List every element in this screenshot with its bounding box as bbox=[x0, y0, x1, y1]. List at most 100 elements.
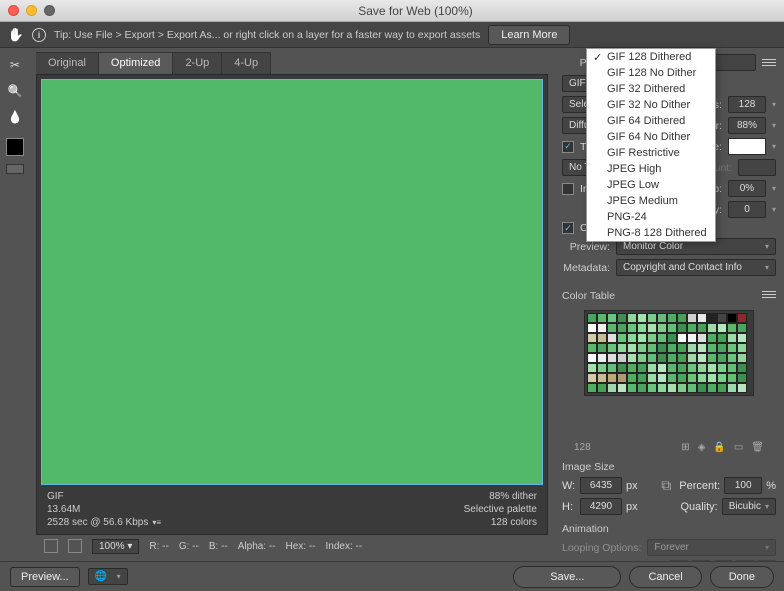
color-swatch-cell[interactable] bbox=[587, 383, 597, 393]
color-swatch-cell[interactable] bbox=[727, 353, 737, 363]
color-swatch-cell[interactable] bbox=[677, 313, 687, 323]
color-swatch-cell[interactable] bbox=[657, 353, 667, 363]
convert-srgb-checkbox[interactable] bbox=[562, 222, 574, 234]
preset-option[interactable]: GIF 64 No Dither bbox=[587, 129, 715, 145]
slice-visibility-toggle[interactable] bbox=[6, 164, 24, 174]
preset-flyout-icon[interactable] bbox=[762, 59, 776, 66]
save-button[interactable]: Save... bbox=[513, 566, 621, 588]
color-swatch-cell[interactable] bbox=[597, 373, 607, 383]
canvas-preview[interactable] bbox=[41, 79, 543, 485]
color-swatch-cell[interactable] bbox=[727, 343, 737, 353]
color-swatch-cell[interactable] bbox=[607, 343, 617, 353]
color-swatch-cell[interactable] bbox=[587, 343, 597, 353]
color-swatch-cell[interactable] bbox=[657, 363, 667, 373]
color-swatch-cell[interactable] bbox=[667, 353, 677, 363]
color-swatch-cell[interactable] bbox=[677, 353, 687, 363]
color-swatch-cell[interactable] bbox=[737, 343, 747, 353]
color-swatch-cell[interactable] bbox=[617, 343, 627, 353]
percent-input[interactable]: 100 bbox=[724, 477, 762, 494]
color-swatch-cell[interactable] bbox=[727, 363, 737, 373]
color-swatch-cell[interactable] bbox=[627, 363, 637, 373]
color-swatch-cell[interactable] bbox=[707, 353, 717, 363]
color-swatch-cell[interactable] bbox=[597, 333, 607, 343]
color-swatch-cell[interactable] bbox=[627, 383, 637, 393]
color-swatch-cell[interactable] bbox=[727, 373, 737, 383]
slice-tool-icon[interactable] bbox=[4, 54, 26, 76]
color-swatch-cell[interactable] bbox=[737, 353, 747, 363]
color-swatch-cell[interactable] bbox=[707, 313, 717, 323]
tab-optimized[interactable]: Optimized bbox=[99, 52, 174, 74]
color-swatch-cell[interactable] bbox=[627, 353, 637, 363]
color-swatch-cell[interactable] bbox=[737, 383, 747, 393]
color-swatch-cell[interactable] bbox=[697, 313, 707, 323]
color-swatch-cell[interactable] bbox=[587, 333, 597, 343]
color-swatch-cell[interactable] bbox=[587, 313, 597, 323]
preset-option[interactable]: PNG-8 128 Dithered bbox=[587, 225, 715, 241]
eyedropper-tool-icon[interactable] bbox=[4, 106, 26, 128]
color-swatch-cell[interactable] bbox=[647, 323, 657, 333]
color-swatch-cell[interactable] bbox=[627, 343, 637, 353]
color-swatch-cell[interactable] bbox=[667, 343, 677, 353]
color-swatch-cell[interactable] bbox=[677, 333, 687, 343]
dither-input[interactable]: 88% bbox=[728, 117, 766, 134]
color-swatch-cell[interactable] bbox=[667, 383, 677, 393]
color-swatch-cell[interactable] bbox=[677, 373, 687, 383]
color-swatch-cell[interactable] bbox=[607, 363, 617, 373]
ct-new-icon[interactable]: ▭ bbox=[734, 442, 743, 453]
minimize-window-icon[interactable] bbox=[26, 5, 37, 16]
color-swatch-cell[interactable] bbox=[717, 313, 727, 323]
color-swatch-cell[interactable] bbox=[667, 313, 677, 323]
color-swatch-cell[interactable] bbox=[657, 373, 667, 383]
color-swatch-cell[interactable] bbox=[617, 363, 627, 373]
color-swatch-cell[interactable] bbox=[627, 373, 637, 383]
quality-select[interactable]: Bicubic bbox=[722, 498, 776, 515]
color-swatch-cell[interactable] bbox=[737, 313, 747, 323]
color-swatch-cell[interactable] bbox=[607, 313, 617, 323]
color-swatch-cell[interactable] bbox=[707, 333, 717, 343]
color-swatch-cell[interactable] bbox=[697, 353, 707, 363]
color-swatch-cell[interactable] bbox=[657, 313, 667, 323]
color-swatch-cell[interactable] bbox=[707, 343, 717, 353]
color-swatch-cell[interactable] bbox=[717, 373, 727, 383]
color-swatch-cell[interactable] bbox=[607, 353, 617, 363]
color-swatch-cell[interactable] bbox=[637, 373, 647, 383]
preset-option[interactable]: GIF 64 Dithered bbox=[587, 113, 715, 129]
color-swatch-cell[interactable] bbox=[597, 343, 607, 353]
color-swatch-cell[interactable] bbox=[647, 313, 657, 323]
color-swatch-cell[interactable] bbox=[677, 363, 687, 373]
preset-option[interactable]: JPEG Low bbox=[587, 177, 715, 193]
color-swatch-cell[interactable] bbox=[637, 333, 647, 343]
color-swatch-cell[interactable] bbox=[707, 323, 717, 333]
zoom-tool-icon[interactable] bbox=[4, 80, 26, 102]
color-swatch-cell[interactable] bbox=[667, 363, 677, 373]
color-swatch-cell[interactable] bbox=[587, 373, 597, 383]
color-swatch-cell[interactable] bbox=[697, 343, 707, 353]
color-swatch-cell[interactable] bbox=[617, 353, 627, 363]
dither-stepper-icon[interactable]: ▾ bbox=[772, 121, 776, 130]
color-swatch-cell[interactable] bbox=[657, 333, 667, 343]
color-swatch-cell[interactable] bbox=[737, 363, 747, 373]
color-table[interactable] bbox=[584, 310, 754, 396]
timing-menu-icon[interactable]: ▾≡ bbox=[152, 518, 161, 527]
websnap-stepper-icon[interactable]: ▾ bbox=[772, 184, 776, 193]
color-swatch-cell[interactable] bbox=[687, 313, 697, 323]
color-swatch-cell[interactable] bbox=[637, 343, 647, 353]
color-swatch-cell[interactable] bbox=[587, 323, 597, 333]
preset-option[interactable]: GIF 128 Dithered bbox=[587, 49, 715, 65]
color-swatch-cell[interactable] bbox=[637, 383, 647, 393]
color-swatch-cell[interactable] bbox=[607, 323, 617, 333]
color-swatch-cell[interactable] bbox=[667, 323, 677, 333]
color-swatch-cell[interactable] bbox=[607, 383, 617, 393]
matte-dropdown-icon[interactable]: ▾ bbox=[772, 142, 776, 151]
preset-option[interactable]: JPEG High bbox=[587, 161, 715, 177]
ct-lock-icon[interactable]: ⊞ bbox=[681, 442, 689, 453]
color-swatch-cell[interactable] bbox=[607, 373, 617, 383]
color-swatch-cell[interactable] bbox=[647, 383, 657, 393]
color-swatch-cell[interactable] bbox=[627, 333, 637, 343]
color-swatch-cell[interactable] bbox=[707, 363, 717, 373]
color-swatch-cell[interactable] bbox=[617, 333, 627, 343]
preset-option[interactable]: GIF 128 No Dither bbox=[587, 65, 715, 81]
color-swatch-cell[interactable] bbox=[677, 323, 687, 333]
color-swatch-cell[interactable] bbox=[637, 353, 647, 363]
color-swatch-cell[interactable] bbox=[647, 363, 657, 373]
